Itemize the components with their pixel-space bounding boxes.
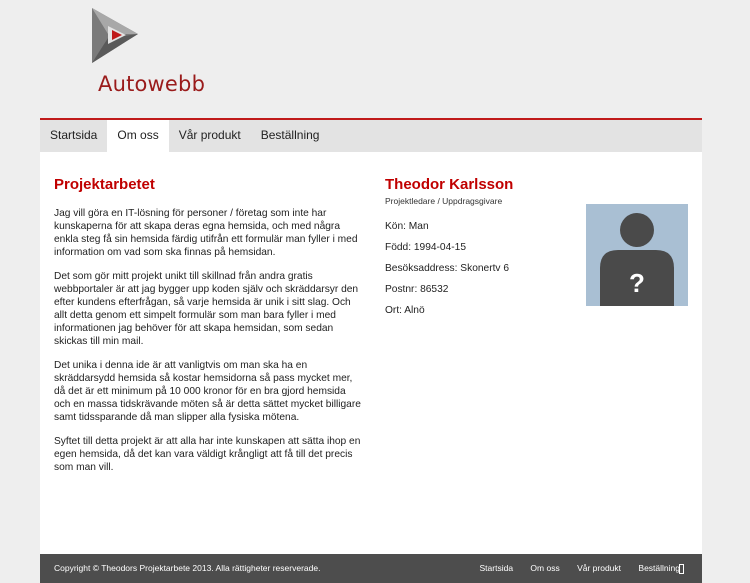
footer-nav: Startsida Om oss Vår produkt Beställning [465, 563, 681, 573]
paragraph: Syftet till detta projekt är att alla ha… [54, 436, 361, 473]
page-title: Projektarbetet [54, 176, 155, 193]
person-name: Theodor Karlsson [385, 176, 514, 193]
paragraph: Jag vill göra en IT-lösning för personer… [54, 208, 358, 258]
page: Autowebb Startsida Om oss Vår produkt Be… [40, 0, 702, 583]
brand-logo[interactable]: Autowebb [68, 8, 205, 98]
nav-item-om-oss[interactable]: Om oss [107, 120, 169, 152]
main-content: Projektarbetet Jag vill göra en IT-lösni… [40, 152, 702, 554]
paragraph: Det som gör mitt projekt unikt till skil… [54, 271, 359, 347]
site-header: Autowebb [40, 0, 702, 118]
unknown-person-icon: ? [600, 213, 674, 306]
scroll-top-icon[interactable] [679, 564, 684, 574]
triangle-play-logo-icon [92, 8, 138, 63]
footer-link-bestallning[interactable]: Beställning [638, 563, 680, 573]
nav-item-bestallning[interactable]: Beställning [251, 120, 330, 152]
avatar-mark: ? [629, 268, 645, 298]
info-city: Ort: Alnö [385, 305, 425, 316]
brand-name: Autowebb [98, 72, 206, 96]
footer-link-om-oss[interactable]: Om oss [530, 563, 559, 573]
project-section: Projektarbetet Jag vill göra en IT-lösni… [54, 176, 364, 485]
main-nav: Startsida Om oss Vår produkt Beställning [40, 118, 702, 152]
footer-link-startsida[interactable]: Startsida [480, 563, 514, 573]
site-footer: Copyright © Theodors Projektarbete 2013.… [40, 554, 702, 583]
footer-link-var-produkt[interactable]: Vår produkt [577, 563, 621, 573]
copyright-text: Copyright © Theodors Projektarbete 2013.… [54, 563, 321, 573]
avatar: ? [586, 204, 688, 306]
nav-item-startsida[interactable]: Startsida [40, 120, 107, 152]
nav-item-var-produkt[interactable]: Vår produkt [169, 120, 251, 152]
paragraph: Det unika i denna ide är att vanligtvis … [54, 360, 361, 423]
